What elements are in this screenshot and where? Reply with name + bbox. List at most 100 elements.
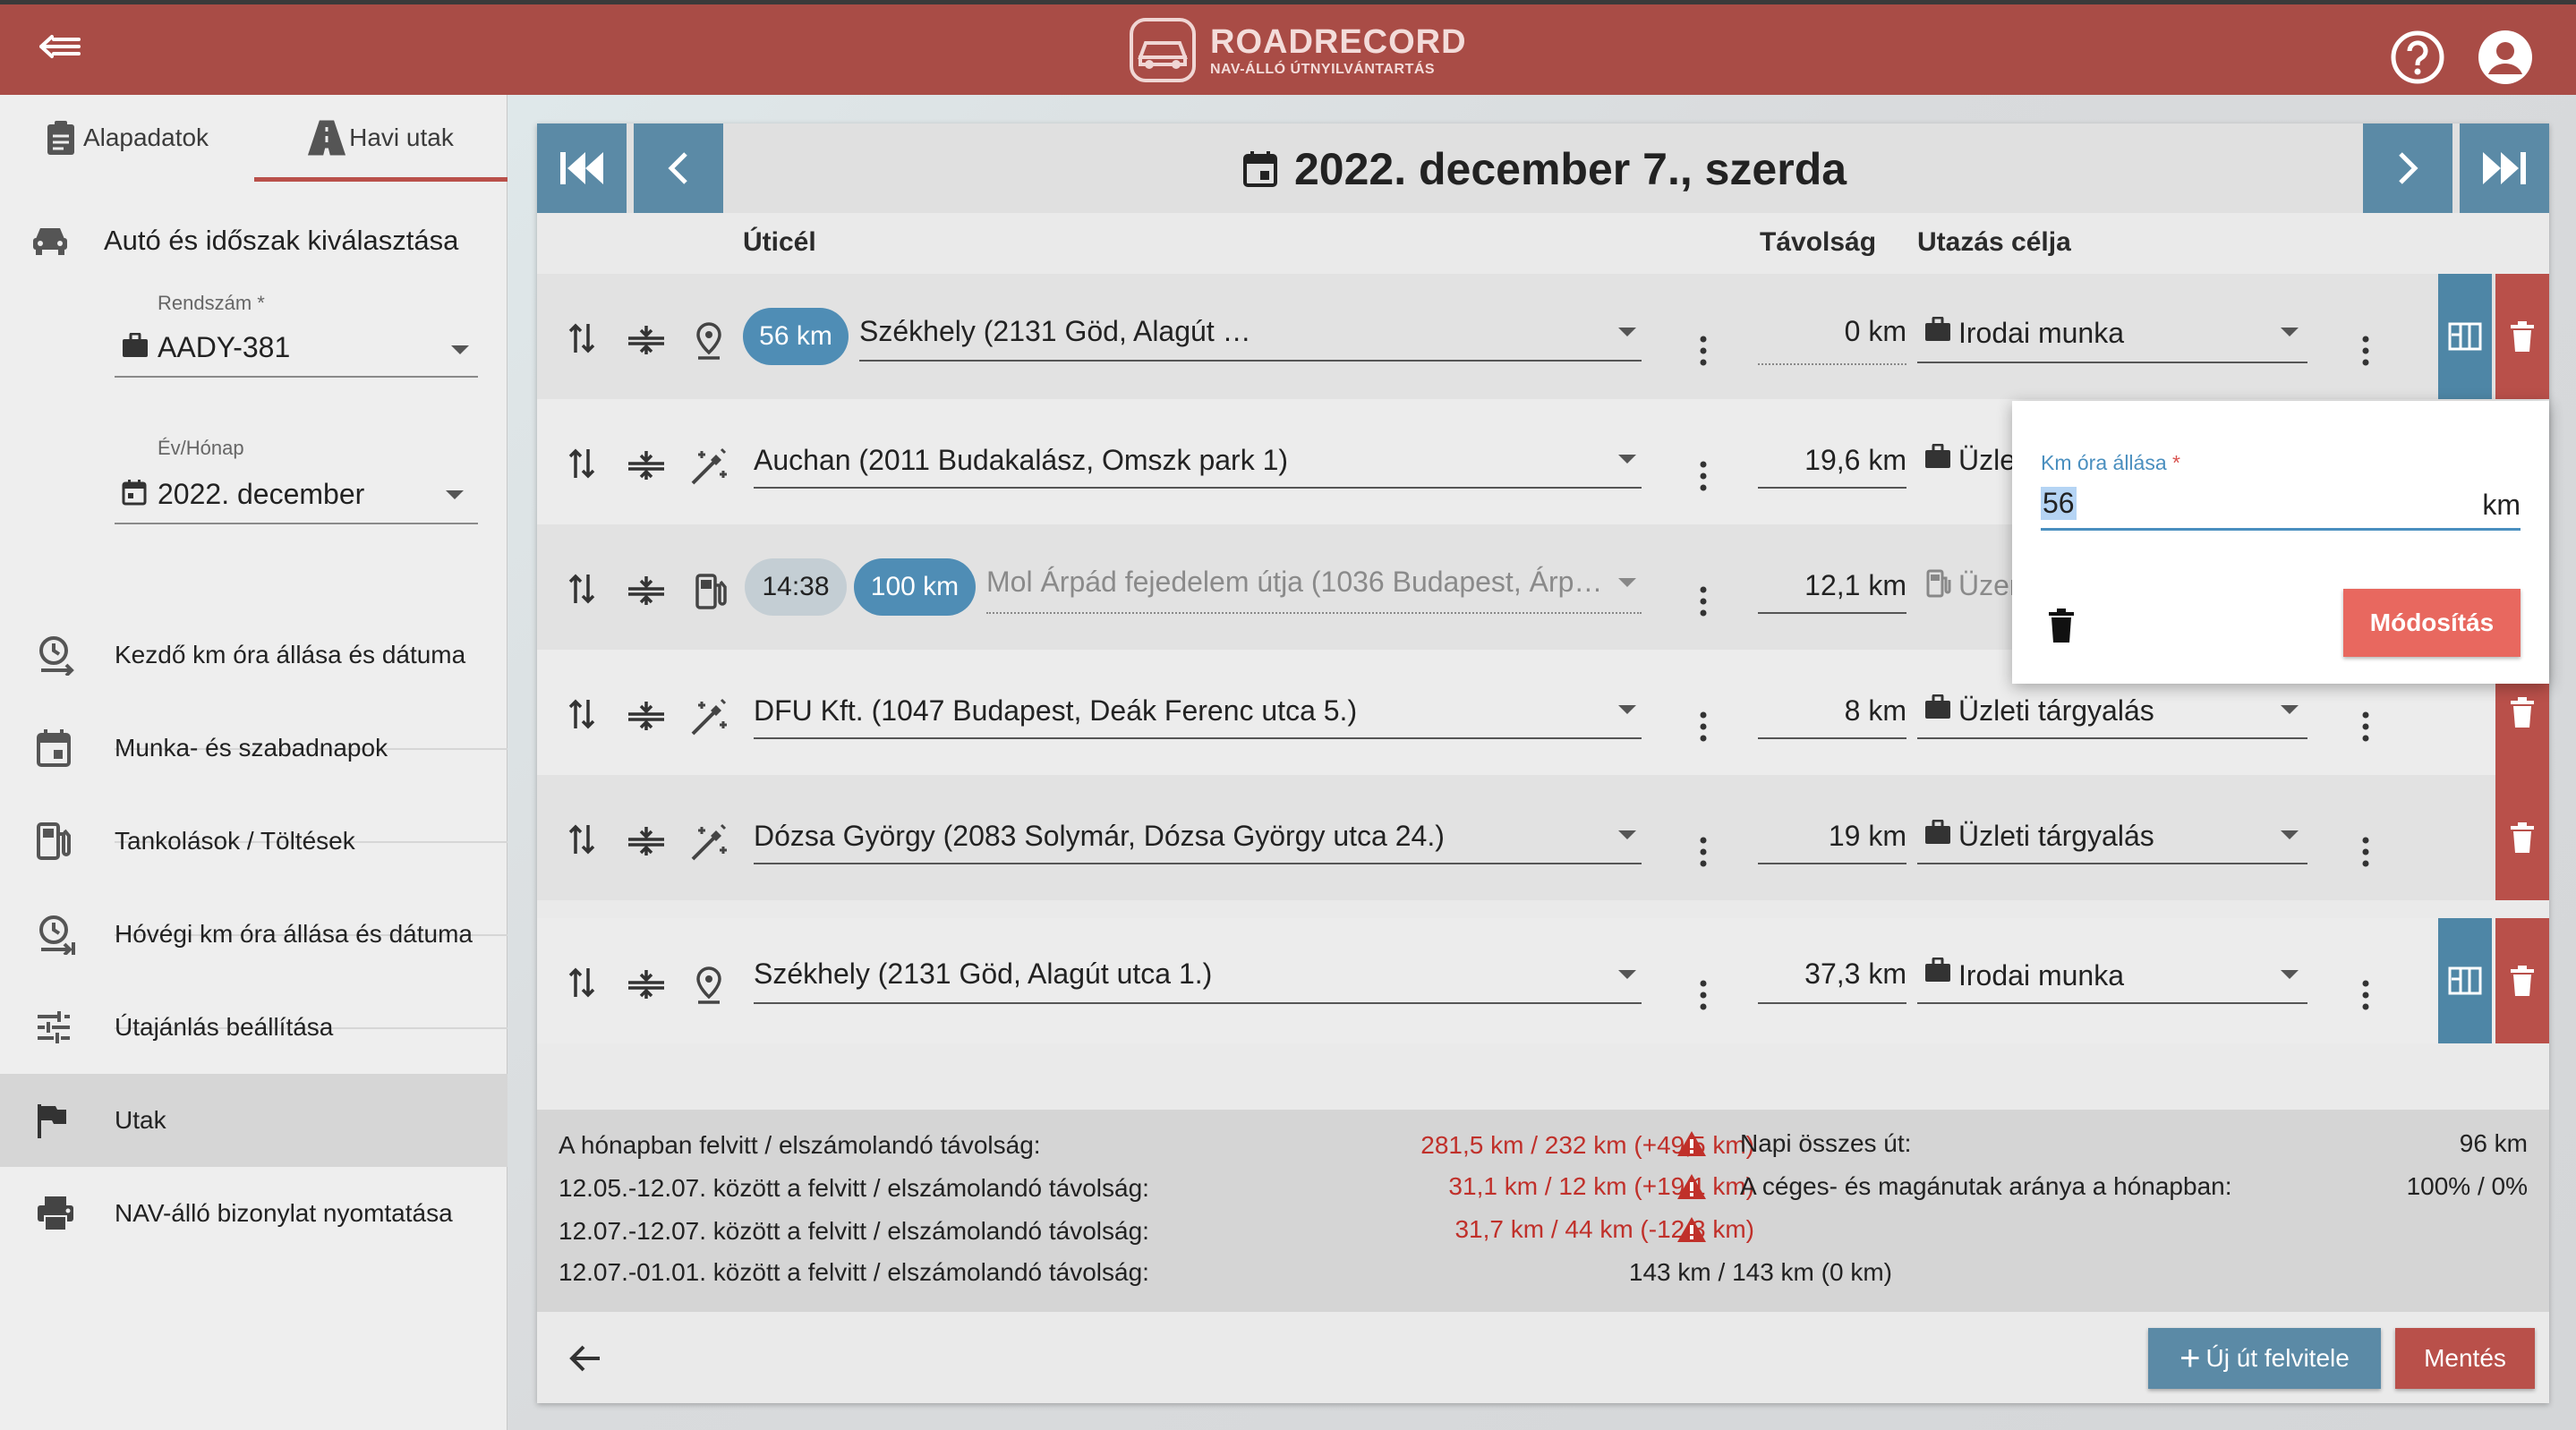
chevron-down-icon[interactable] [1618,830,1636,839]
trash-icon[interactable] [2048,609,2075,643]
active-tab-indicator [254,177,508,182]
purpose-select[interactable]: Üzleti tárgyalás [1958,694,2263,728]
swap-vertical-icon[interactable] [567,966,596,999]
period-select[interactable]: 2022. december [115,471,478,526]
swap-vertical-icon[interactable] [567,823,596,855]
previous-day-button[interactable] [634,123,723,213]
distance-underline [1758,863,1906,864]
purpose-select[interactable]: Üzleti tárgyalás [1958,820,2263,853]
destination-underline [754,863,1642,864]
help-icon[interactable] [2390,30,2445,85]
map-button[interactable] [2438,274,2492,399]
sidebar-item-nyomtatas[interactable]: NAV-álló bizonylat nyomtatása [0,1167,508,1260]
section-title: Autó és időszak kiválasztása [30,218,458,263]
distance-input[interactable]: 0 km [1756,315,1906,348]
more-vertical-icon[interactable] [1699,711,1708,743]
chevron-down-icon[interactable] [2281,970,2299,979]
sidebar-item-hovegi-km[interactable]: Hóvégi km óra állása és dátuma [0,888,508,981]
destination-select[interactable]: Mol Árpád fejedelem útja (1036 Budapest,… [986,566,1604,599]
odometer-end-icon [36,914,77,955]
merge-icon[interactable] [627,968,666,1000]
more-vertical-icon[interactable] [2361,711,2370,743]
swap-vertical-icon[interactable] [567,698,596,730]
merge-icon[interactable] [627,575,666,607]
modify-button[interactable]: Módosítás [2343,589,2521,657]
magic-wand-icon [691,823,727,861]
sidebar-item-tankolasok[interactable]: Tankolások / Töltések [0,795,508,888]
delete-row-button[interactable] [2495,274,2549,399]
more-vertical-icon[interactable] [2361,979,2370,1011]
chevron-down-icon[interactable] [1618,970,1636,979]
distance-input[interactable]: 19,6 km [1756,444,1906,477]
save-button[interactable]: Mentés [2395,1328,2535,1389]
merge-icon[interactable] [627,700,666,732]
tab-havi-utak[interactable]: Havi utak [254,95,508,181]
map-button[interactable] [2438,918,2492,1043]
sidebar-item-label: Tankolások / Töltések [115,827,355,855]
delete-row-button[interactable] [2495,918,2549,1043]
distance-input[interactable]: 37,3 km [1756,958,1906,991]
next-day-button[interactable] [2363,123,2452,213]
plate-select[interactable]: AADY-381 [115,326,478,381]
account-icon[interactable] [2478,30,2533,85]
summary-ratio-value: 100% / 0% [2406,1172,2528,1200]
fuel-small-icon [1926,569,1951,598]
sidebar-item-kezdo-km[interactable]: Kezdő km óra állása és dátuma [0,609,508,702]
delete-row-button[interactable] [2495,775,2549,900]
save-label: Mentés [2424,1344,2506,1372]
distance-input[interactable]: 12,1 km [1756,569,1906,602]
swap-vertical-icon[interactable] [567,447,596,480]
more-vertical-icon[interactable] [2361,836,2370,868]
time-chip[interactable]: 14:38 [745,558,847,616]
odometer-field-label: Km óra állása * [2041,451,2180,475]
destination-underline [986,612,1642,614]
sidebar-item-utajanlas[interactable]: Útajánlás beállítása [0,981,508,1074]
destination-select[interactable]: DFU Kft. (1047 Budapest, Deák Ferenc utc… [754,694,1595,728]
chevron-down-icon[interactable] [1618,328,1636,336]
more-vertical-icon[interactable] [1699,585,1708,617]
chevron-down-icon[interactable] [1618,455,1636,464]
trash-icon [2511,321,2534,352]
destination-select[interactable]: Auchan (2011 Budakalász, Omszk park 1) [754,444,1595,477]
more-vertical-icon[interactable] [1699,460,1708,492]
more-vertical-icon[interactable] [2361,335,2370,367]
odometer-start-icon [36,634,77,676]
distance-input[interactable]: 19 km [1756,820,1906,853]
sidebar-item-label: Utak [115,1106,166,1134]
sidebar-item-utak[interactable]: Utak [0,1074,508,1167]
more-vertical-icon[interactable] [1699,335,1708,367]
chevron-down-icon[interactable] [1618,705,1636,714]
new-trip-button[interactable]: + Új út felvitele [2148,1328,2381,1389]
destination-select[interactable]: Székhely (2131 Göd, Alagút utca 1.) [754,958,1595,991]
swap-vertical-icon[interactable] [567,573,596,605]
more-vertical-icon[interactable] [1699,836,1708,868]
more-vertical-icon[interactable] [1699,979,1708,1011]
purpose-select[interactable]: Irodai munka [1958,959,2263,992]
purpose-select[interactable]: Irodai munka [1958,317,2263,350]
distance-input[interactable]: 8 km [1756,694,1906,728]
chevron-down-icon[interactable] [1618,578,1636,587]
briefcase-icon [1925,317,1950,341]
merge-icon[interactable] [627,825,666,857]
sidebar-item-munkanapok[interactable]: Munka- és szabadnapok [0,702,508,795]
destination-select[interactable]: Székhely (2131 Göd, Alagút utca 1.) [859,315,1253,348]
chevron-down-icon[interactable] [2281,705,2299,714]
distance-underline [1758,1002,1906,1004]
swap-vertical-icon[interactable] [567,322,596,354]
summary-month-label: A hónapban felvitt / elszámolandó távols… [559,1131,1041,1159]
chevron-down-icon[interactable] [2281,328,2299,336]
tab-alapadatok[interactable]: Alapadatok [0,95,254,181]
first-day-button[interactable] [537,123,627,213]
back-arrow-icon[interactable] [39,33,81,60]
tab-havi-utak-label: Havi utak [349,123,454,151]
destination-select[interactable]: Dózsa György (2083 Solymár, Dózsa György… [754,820,1595,853]
summary-period1-label: 12.05.-12.07. között a felvitt / elszámo… [559,1174,1149,1202]
merge-icon[interactable] [627,449,666,481]
odometer-chip[interactable]: 56 km [743,308,849,365]
chevron-down-icon[interactable] [2281,830,2299,839]
odometer-input[interactable]: 56 km [2041,485,2521,531]
odometer-chip[interactable]: 100 km [854,558,976,616]
last-day-button[interactable] [2460,123,2549,213]
arrow-left-icon[interactable] [569,1344,601,1373]
merge-icon[interactable] [627,324,666,356]
